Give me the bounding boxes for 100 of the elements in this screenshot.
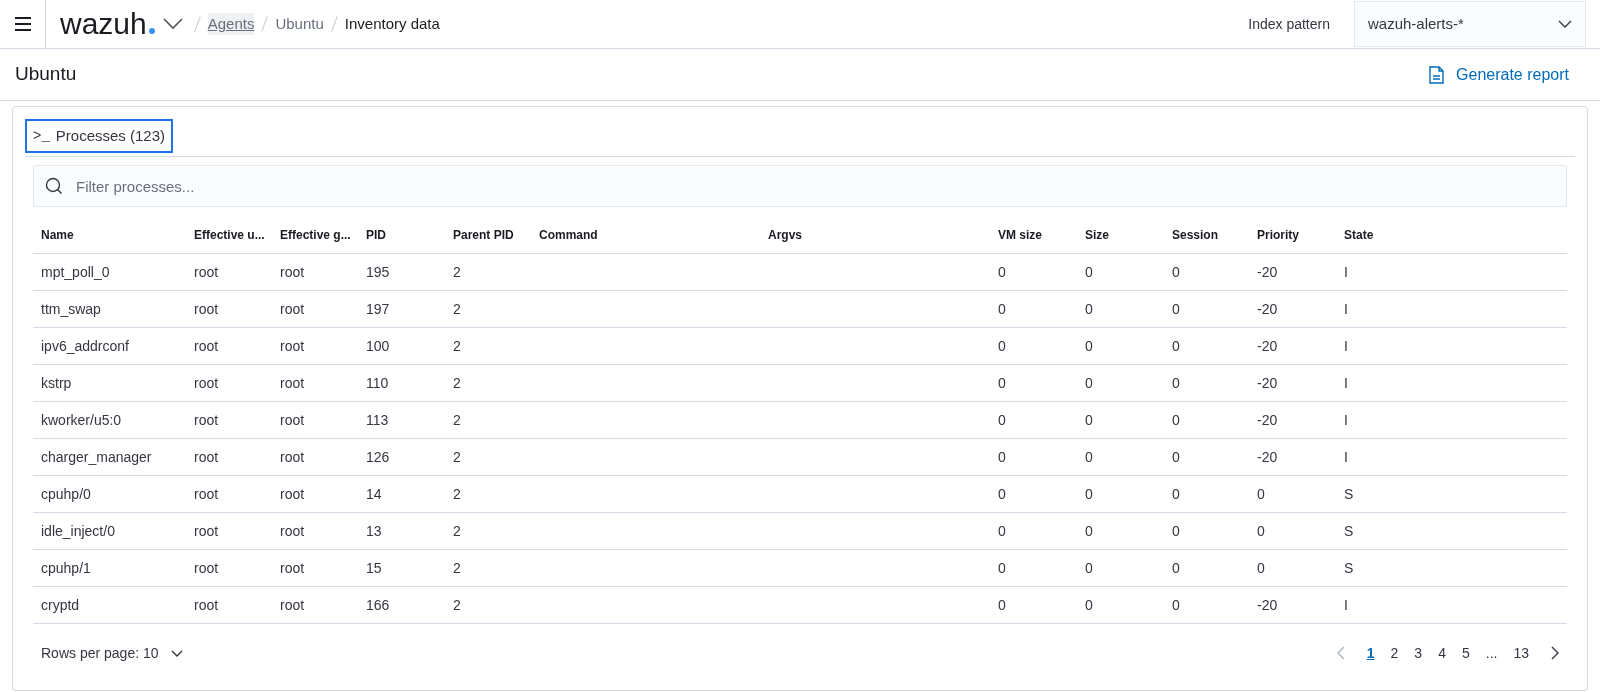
table-cell-text: 0	[1171, 595, 1181, 615]
table-cell-text: root	[193, 595, 220, 615]
table-cell-text: 2	[452, 484, 462, 504]
column-header[interactable]: Session	[1164, 225, 1249, 244]
table-cell-text: 100	[365, 336, 391, 356]
document-icon	[1429, 65, 1445, 84]
column-header[interactable]: Name	[33, 225, 186, 244]
table-cell-text: root	[193, 447, 220, 467]
table-cell-text: 0	[1084, 558, 1094, 578]
table-cell-text: 2	[452, 410, 462, 430]
table-cell-text: I	[1343, 299, 1349, 319]
page-button[interactable]: 3	[1408, 642, 1429, 664]
table-cell-text: I	[1343, 373, 1349, 393]
page-button[interactable]: 5	[1455, 642, 1476, 664]
table-cell-text: 0	[1084, 410, 1094, 430]
index-pattern-select[interactable]: wazuh-alerts-*	[1354, 1, 1586, 47]
table-cell-text: cpuhp/1	[40, 558, 92, 578]
table-cell-text: 2	[452, 521, 462, 541]
table-cell-text: root	[193, 410, 220, 430]
table-cell-text: 0	[1171, 484, 1181, 504]
column-header[interactable]: Effective u...	[186, 225, 272, 244]
breadcrumb-current: Inventory data	[344, 13, 440, 34]
next-page-icon[interactable]	[1551, 646, 1559, 660]
table-cell-text: -20	[1256, 447, 1279, 467]
table-cell-text: 0	[997, 410, 1007, 430]
table-cell-text: 197	[365, 299, 391, 319]
table-cell-text: I	[1343, 336, 1349, 356]
table-cell-text: root	[193, 484, 220, 504]
table-cell-text: 0	[1171, 410, 1181, 430]
table-cell-text: 0	[1084, 299, 1094, 319]
table-cell-text: root	[279, 410, 306, 430]
table-cell-text: S	[1343, 521, 1355, 541]
chevron-down-icon[interactable]	[162, 18, 183, 30]
table-cell-text: 0	[1084, 447, 1094, 467]
table-cell-text: 0	[1171, 373, 1181, 393]
table-cell-text: 0	[1171, 447, 1181, 467]
table-cell-text: root	[193, 558, 220, 578]
breadcrumb-link[interactable]: Ubuntu	[275, 12, 324, 36]
column-header[interactable]: Effective g...	[272, 225, 358, 244]
table-cell-text: 0	[1171, 299, 1181, 319]
column-header[interactable]: Argvs	[760, 225, 990, 244]
table-cell-text: 2	[452, 262, 462, 282]
table-cell-text: 0	[1171, 262, 1181, 282]
filter-field[interactable]: Filter processes...	[33, 165, 1567, 207]
page-button[interactable]: 13	[1507, 642, 1535, 664]
table-cell-text: 15	[365, 558, 383, 578]
table-cell-text: 0	[1171, 521, 1181, 541]
table-cell-text: 0	[997, 336, 1007, 356]
table-cell-text: -20	[1256, 595, 1279, 615]
table-cell-text: 0	[1084, 262, 1094, 282]
table-cell-text: 0	[997, 262, 1007, 282]
table-cell-text: 2	[452, 447, 462, 467]
column-header[interactable]: State	[1336, 225, 1486, 244]
table-cell-text: charger_manager	[40, 447, 153, 467]
table-cell-text: I	[1343, 595, 1349, 615]
page-button[interactable]: 1	[1360, 642, 1381, 664]
table-cell-text: 0	[1256, 558, 1266, 578]
table-cell-text: 0	[1171, 336, 1181, 356]
table-cell-text: root	[279, 558, 306, 578]
table-cell-text: 14	[365, 484, 383, 504]
table-cell-text: root	[193, 521, 220, 541]
table-cell-text: 126	[365, 447, 391, 467]
column-header[interactable]: Parent PID	[445, 225, 531, 244]
page-button[interactable]: 2	[1384, 642, 1405, 664]
table-cell-text: 0	[1084, 484, 1094, 504]
search-icon	[45, 177, 63, 195]
table-cell-text: root	[279, 595, 306, 615]
page-button[interactable]: ...	[1479, 642, 1504, 664]
table-cell-text: 0	[1084, 373, 1094, 393]
table-cell-text: 2	[452, 373, 462, 393]
processes-tab[interactable]: >_ Processes (123)	[25, 119, 174, 153]
table-cell-text: 110	[365, 373, 390, 393]
table-cell-text: 195	[365, 262, 391, 282]
column-header[interactable]: Size	[1077, 225, 1164, 244]
table-cell-text: I	[1343, 410, 1349, 430]
column-header[interactable]: Command	[531, 225, 760, 244]
table-cell-text: root	[193, 262, 220, 282]
table-cell-text: root	[279, 262, 306, 282]
table-cell-text: 2	[452, 336, 462, 356]
table-cell-text: -20	[1256, 299, 1279, 319]
page-button[interactable]: 4	[1432, 642, 1452, 664]
page-title: Ubuntu	[15, 62, 77, 87]
table-cell-text: cpuhp/0	[40, 484, 92, 504]
column-header[interactable]: Priority	[1249, 225, 1336, 244]
table-cell-text: cryptd	[40, 595, 81, 615]
table-cell-text: root	[279, 373, 306, 393]
table-cell-text: 0	[1084, 521, 1094, 541]
table-cell-text: root	[279, 299, 306, 319]
table-cell-text: 0	[997, 484, 1007, 504]
table-cell-text: S	[1343, 558, 1355, 578]
table-cell-text: 0	[1256, 521, 1266, 541]
table-cell-text: 0	[997, 299, 1007, 319]
column-header[interactable]: VM size	[990, 225, 1077, 244]
rows-per-page-button[interactable]: Rows per page: 10	[41, 642, 183, 664]
column-header[interactable]: PID	[358, 225, 445, 244]
breadcrumb-link[interactable]: Agents	[207, 12, 255, 36]
table-cell-text: ipv6_addrconf	[40, 336, 130, 356]
wazuh-logo[interactable]: wazuh	[60, 9, 155, 39]
generate-report-button[interactable]: Generate report	[1429, 62, 1569, 87]
table-cell-text: 0	[1084, 336, 1094, 356]
